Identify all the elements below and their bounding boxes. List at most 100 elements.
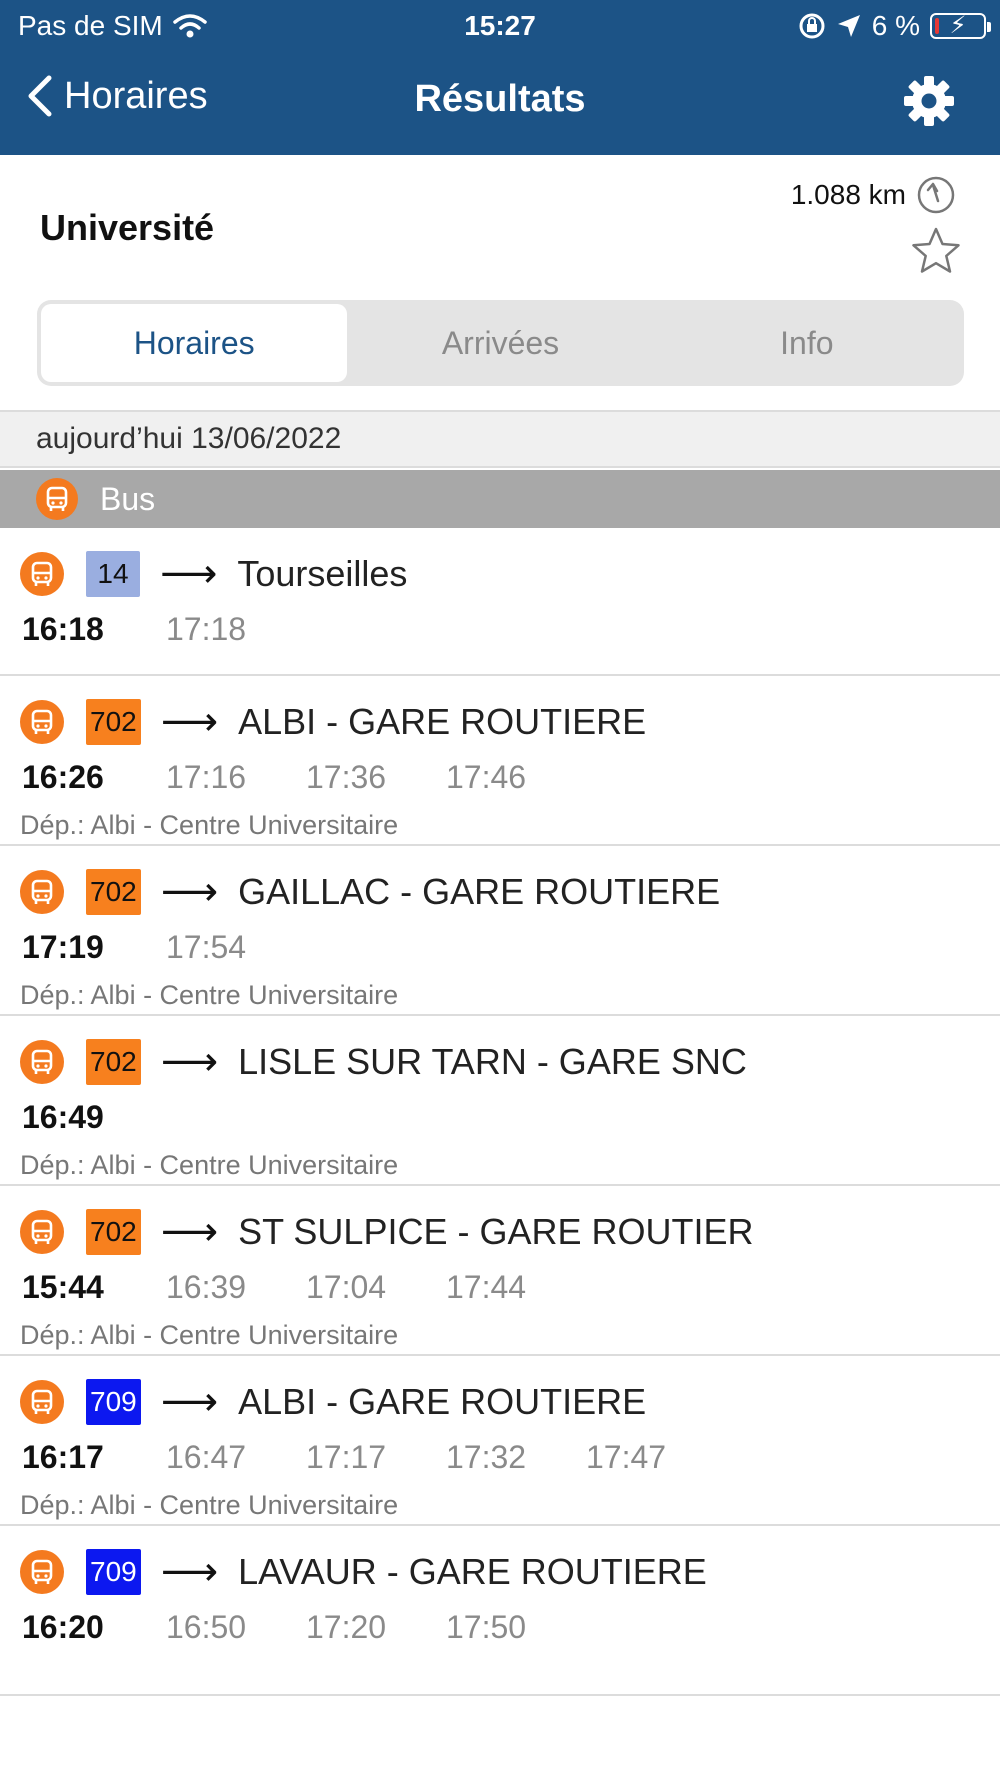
bus-icon	[20, 1550, 64, 1594]
departure-row[interactable]: 702 ⟶ ST SULPICE - GARE ROUTIER 15:44 16:…	[0, 1186, 1000, 1356]
arrow-right-icon: ⟶	[160, 552, 218, 596]
destination-label: ALBI - GARE ROUTIERE	[238, 1381, 647, 1422]
next-departure-time: 16:17	[22, 1438, 104, 1475]
next-departure-time: 16:26	[22, 758, 104, 795]
departure-times: 17:19 17:54	[20, 926, 1000, 968]
orientation-lock-icon	[799, 13, 825, 39]
later-departure-time: 17:16	[166, 758, 247, 795]
arrow-right-icon: ⟶	[160, 1210, 219, 1254]
status-right: 6 % ⚡	[798, 10, 991, 42]
bus-icon	[20, 1380, 64, 1424]
mode-header: Bus	[0, 470, 1000, 528]
arrow-right-icon: ⟶	[160, 700, 219, 744]
tab-horaires[interactable]: Horaires	[41, 304, 348, 382]
stop-name: Université	[40, 207, 215, 248]
destination-label: GAILLAC - GARE ROUTIERE	[238, 871, 721, 912]
battery-percent: 6 %	[871, 10, 920, 41]
favorite-star-icon[interactable]	[910, 225, 962, 277]
later-departure-time: 17:50	[446, 1608, 527, 1645]
departure-row[interactable]: 709 ⟶ ALBI - GARE ROUTIERE 16:17 16:47 17:…	[0, 1356, 1000, 1526]
next-departure-time: 16:20	[22, 1608, 104, 1645]
departure-stop-label: Dép.: Albi - Centre Universitaire	[20, 1490, 399, 1520]
departure-stop-label: Dép.: Albi - Centre Universitaire	[20, 980, 399, 1010]
departure-line-info: 702 ⟶ ST SULPICE - GARE ROUTIER	[20, 1208, 1000, 1256]
line-number-badge: 709	[86, 1379, 141, 1425]
departure-row[interactable]: 702 ⟶ LISLE SUR TARN - GARE SNC 16:49 Dé…	[0, 1016, 1000, 1186]
destination-label: Tourseilles	[237, 553, 408, 594]
arrow-right-icon: ⟶	[160, 870, 219, 914]
location-arrow-icon	[837, 15, 860, 37]
departure-row[interactable]: 709 ⟶ LAVAUR - GARE ROUTIERE 16:20 16:50 1…	[0, 1526, 1000, 1696]
date-label: aujourd’hui 13/06/2022	[36, 422, 342, 455]
navigation-bar: Horaires Résultats	[0, 60, 1000, 142]
later-departure-time: 17:44	[446, 1268, 527, 1305]
destination-label: ST SULPICE - GARE ROUTIER	[238, 1211, 754, 1252]
departure-line-info: 14 ⟶ Tourseilles	[20, 550, 1000, 598]
gear-icon[interactable]	[902, 74, 956, 128]
tab-bar: Horaires Arrivées Info	[37, 300, 964, 386]
next-departure-time: 17:19	[22, 928, 104, 965]
departure-times: 16:18 17:18	[20, 608, 1000, 650]
departure-times: 16:17 16:47 17:17 17:32 17:47	[20, 1436, 1000, 1478]
departure-stop-label: Dép.: Albi - Centre Universitaire	[20, 1320, 399, 1350]
later-departure-time: 16:47	[166, 1438, 247, 1475]
departure-times: 16:49	[20, 1096, 1000, 1138]
charging-bolt-icon: ⚡	[949, 12, 967, 39]
arrow-right-icon: ⟶	[160, 1040, 219, 1084]
tab-arrivees[interactable]: Arrivées	[347, 304, 653, 382]
departure-row[interactable]: 702 ⟶ ALBI - GARE ROUTIERE 16:26 17:16 17:…	[0, 676, 1000, 846]
departure-line-info: 709 ⟶ LAVAUR - GARE ROUTIERE	[20, 1548, 1000, 1596]
arrow-right-icon: ⟶	[160, 1380, 219, 1424]
later-departure-time: 17:20	[306, 1608, 387, 1645]
battery-icon: ⚡	[930, 12, 991, 39]
later-departure-time: 17:32	[446, 1438, 527, 1475]
bus-icon	[20, 700, 64, 744]
departure-row[interactable]: 702 ⟶ GAILLAC - GARE ROUTIERE 17:19 17:54…	[0, 846, 1000, 1016]
tab-info[interactable]: Info	[654, 304, 960, 382]
destination-label: ALBI - GARE ROUTIERE	[238, 701, 647, 742]
line-number-badge: 702	[86, 1039, 141, 1085]
date-header: aujourd’hui 13/06/2022	[0, 410, 1000, 468]
status-bar: Pas de SIM 15:27 6 % ⚡	[0, 0, 1000, 50]
later-departure-time: 17:04	[306, 1268, 387, 1305]
later-departure-time: 17:47	[586, 1438, 667, 1475]
bus-icon	[20, 1040, 64, 1084]
line-number-badge: 702	[86, 699, 141, 745]
later-departure-time: 16:50	[166, 1608, 247, 1645]
destination-label: LAVAUR - GARE ROUTIERE	[238, 1551, 707, 1592]
line-number-badge: 14	[86, 551, 140, 597]
bus-icon	[20, 552, 64, 596]
later-departure-time: 17:54	[166, 928, 247, 965]
stop-distance: 1.088 km	[791, 175, 956, 215]
bus-icon	[20, 870, 64, 914]
later-departure-time: 16:39	[166, 1268, 247, 1305]
distance-label: 1.088 km	[790, 179, 906, 210]
next-departure-time: 15:44	[22, 1268, 104, 1305]
later-departure-time: 17:36	[306, 758, 387, 795]
departure-times: 16:20 16:50 17:20 17:50	[20, 1606, 1000, 1648]
app-header: Pas de SIM 15:27 6 % ⚡ Horaires Résultat…	[0, 0, 1000, 155]
line-number-badge: 702	[86, 1209, 141, 1255]
departure-row[interactable]: 14 ⟶ Tourseilles 16:18 17:18	[0, 528, 1000, 676]
line-number-badge: 702	[86, 869, 141, 915]
departure-times: 15:44 16:39 17:04 17:44	[20, 1266, 1000, 1308]
departure-stop-label: Dép.: Albi - Centre Universitaire	[20, 1150, 399, 1180]
next-departure-time: 16:18	[22, 610, 104, 647]
destination-label: LISLE SUR TARN - GARE SNC	[238, 1041, 747, 1082]
bus-icon	[36, 478, 78, 520]
departure-line-info: 702 ⟶ GAILLAC - GARE ROUTIERE	[20, 868, 1000, 916]
departure-list: 14 ⟶ Tourseilles 16:18 17:18 702 ⟶ ALBI -…	[0, 528, 1000, 1696]
later-departure-time: 17:46	[446, 758, 527, 795]
departure-stop-label	[20, 1660, 1000, 1694]
departure-times: 16:26 17:16 17:36 17:46	[20, 756, 1000, 798]
departure-line-info: 709 ⟶ ALBI - GARE ROUTIERE	[20, 1378, 1000, 1426]
departure-line-info: 702 ⟶ LISLE SUR TARN - GARE SNC	[20, 1038, 1000, 1086]
stop-header: Université 1.088 km Horaires Arrivées In…	[0, 155, 1000, 410]
compass-arrow-icon[interactable]	[916, 175, 956, 215]
later-departure-time: 17:18	[166, 610, 247, 647]
later-departure-time: 17:17	[306, 1438, 387, 1475]
mode-label: Bus	[100, 480, 156, 517]
arrow-right-icon: ⟶	[160, 1550, 219, 1594]
departure-stop-label: Dép.: Albi - Centre Universitaire	[20, 810, 399, 840]
departure-line-info: 702 ⟶ ALBI - GARE ROUTIERE	[20, 698, 1000, 746]
